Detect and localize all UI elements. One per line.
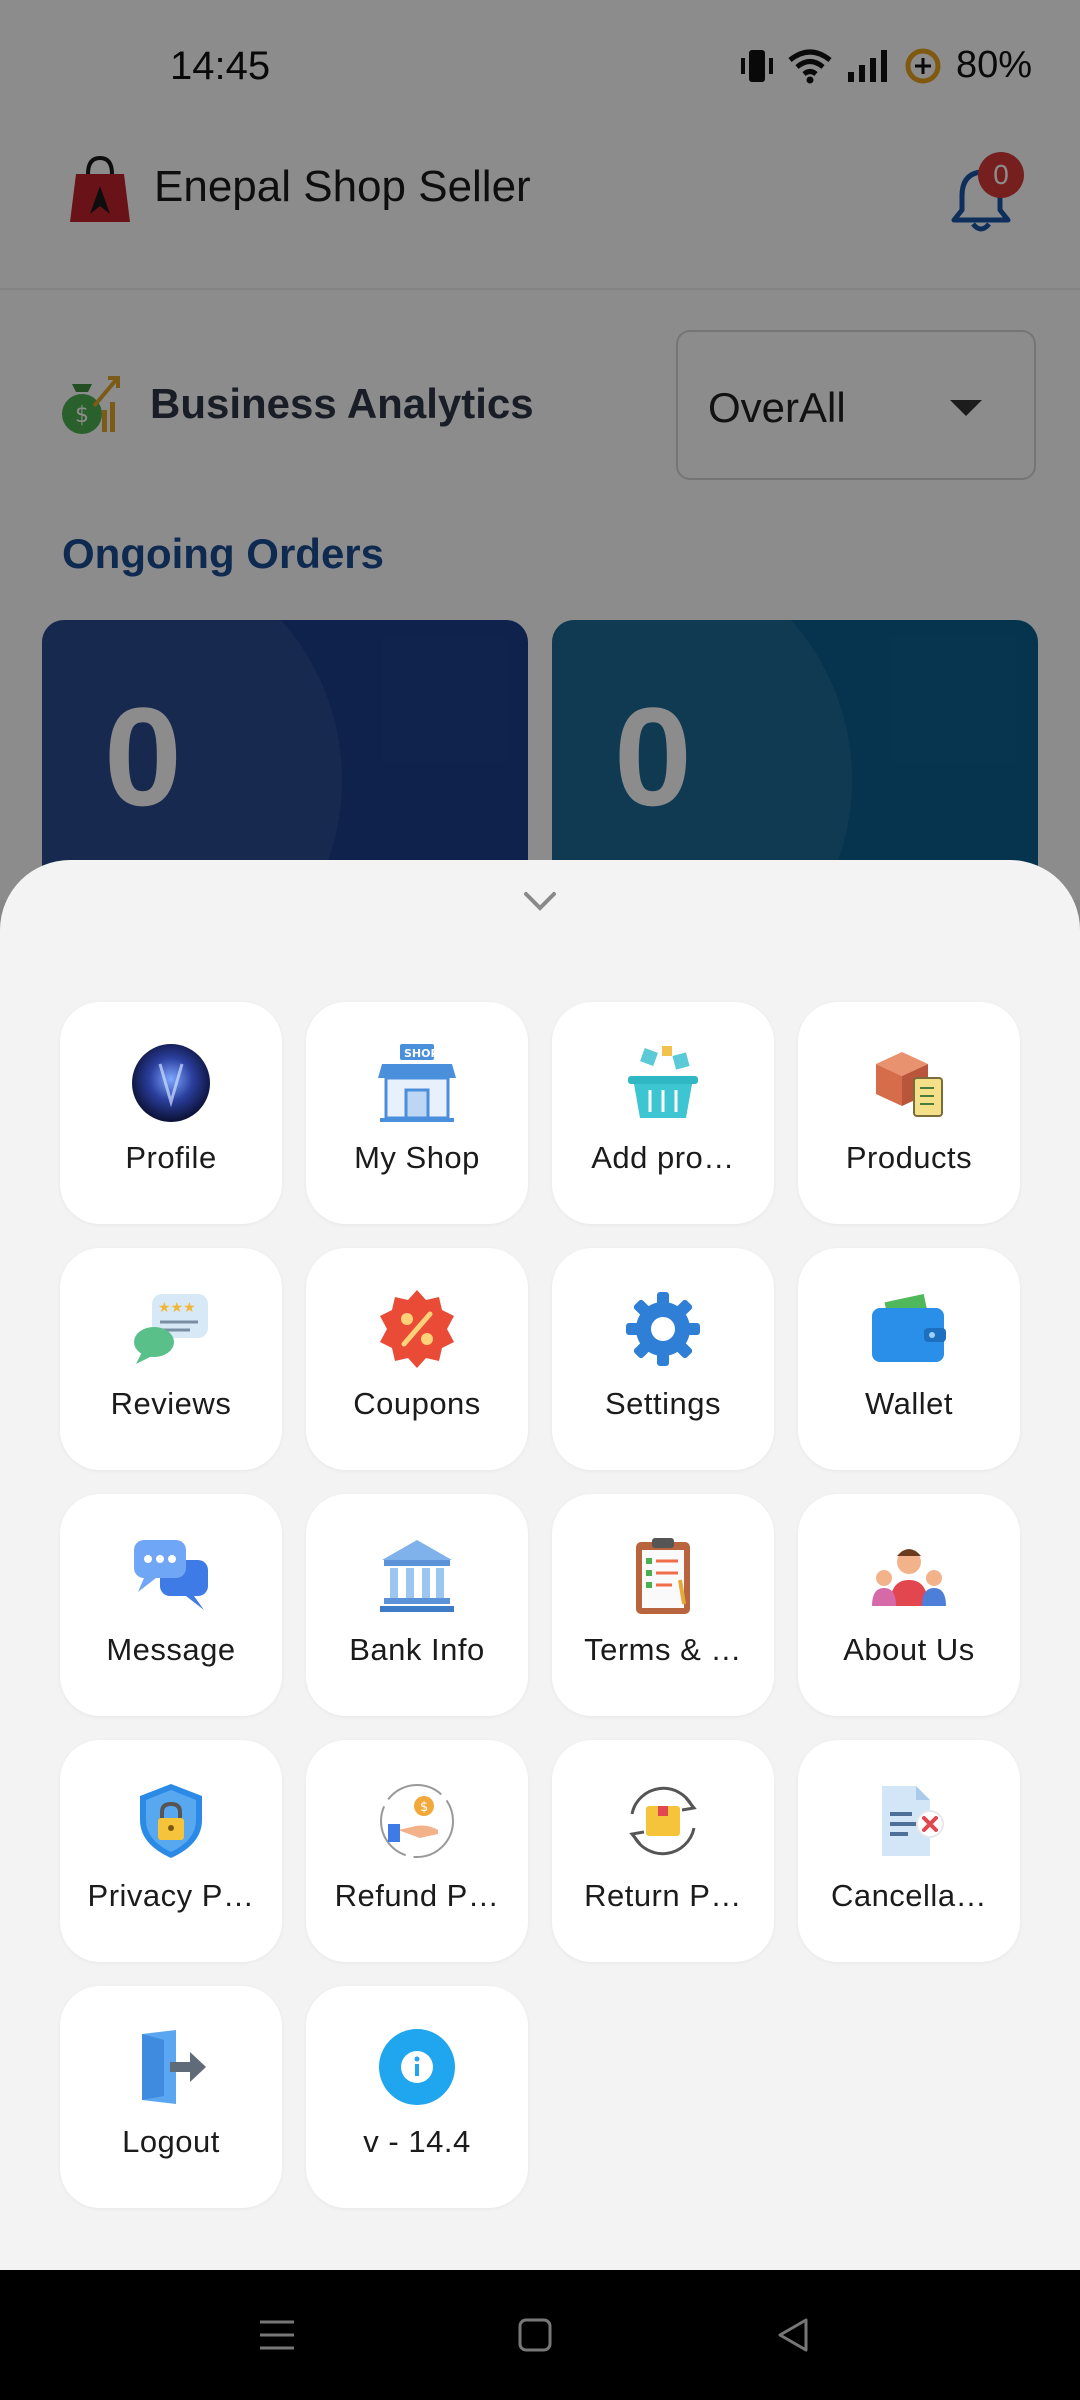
menu-item-my-shop[interactable]: SHOP My Shop [306,1002,528,1224]
menu-item-label: Return P… [584,1878,742,1913]
wallet-icon [868,1288,950,1370]
menu-item-refund-policy[interactable]: $ Refund P… [306,1740,528,1962]
menu-item-reviews[interactable]: ★★★ Reviews [60,1248,282,1470]
svg-text:$: $ [420,1800,428,1815]
menu-lines-icon[interactable] [252,2310,302,2360]
logout-icon [130,2026,212,2108]
menu-item-label: Privacy P… [87,1878,255,1913]
chat-icon [130,1534,212,1616]
team-icon [868,1534,950,1616]
menu-item-coupons[interactable]: Coupons [306,1248,528,1470]
info-icon [376,2026,458,2108]
menu-item-message[interactable]: Message [60,1494,282,1716]
menu-item-label: Coupons [353,1386,481,1421]
menu-item-label: v - 14.4 [363,2124,471,2159]
menu-item-label: Terms & … [584,1632,742,1667]
menu-item-label: My Shop [354,1140,480,1175]
home-square-icon[interactable] [510,2310,560,2360]
system-nav-bar [0,2270,1080,2400]
menu-item-label: Settings [604,1386,721,1421]
products-box-icon [868,1042,950,1124]
clipboard-icon [622,1534,704,1616]
menu-item-return-policy[interactable]: Return P… [552,1740,774,1962]
menu-item-cancellation[interactable]: Cancella… [798,1740,1020,1962]
coupon-percent-icon [376,1288,458,1370]
menu-item-add-product[interactable]: Add pro… [552,1002,774,1224]
menu-item-terms[interactable]: Terms & … [552,1494,774,1716]
refund-icon: $ [376,1780,458,1862]
shop-icon: SHOP [376,1042,458,1124]
menu-item-label: Logout [122,2124,220,2159]
svg-text:SHOP: SHOP [404,1047,439,1060]
menu-item-label: Bank Info [349,1632,485,1667]
menu-item-wallet[interactable]: Wallet [798,1248,1020,1470]
gear-icon [622,1288,704,1370]
menu-item-label: Wallet [865,1386,953,1421]
back-triangle-icon[interactable] [768,2310,818,2360]
return-box-icon [622,1780,704,1862]
menu-item-profile[interactable]: Profile [60,1002,282,1224]
menu-item-label: Add pro… [591,1140,735,1175]
menu-item-label: Cancella… [830,1878,988,1913]
bank-icon [376,1534,458,1616]
menu-item-about-us[interactable]: About Us [798,1494,1020,1716]
reviews-icon: ★★★ [130,1288,212,1370]
menu-item-privacy-policy[interactable]: Privacy P… [60,1740,282,1962]
svg-text:★★★: ★★★ [158,1300,196,1316]
shield-lock-icon [130,1780,212,1862]
menu-item-logout[interactable]: Logout [60,1986,282,2208]
menu-item-label: Products [845,1140,973,1175]
add-product-basket-icon [622,1042,704,1124]
menu-item-label: Refund P… [334,1878,500,1913]
menu-item-products[interactable]: Products [798,1002,1020,1224]
profile-avatar-icon [130,1042,212,1124]
menu-item-label: Profile [125,1140,217,1175]
cancel-document-icon [868,1780,950,1862]
menu-item-label: About Us [843,1632,975,1667]
menu-item-version[interactable]: v - 14.4 [306,1986,528,2208]
chevron-down-icon[interactable] [520,882,560,922]
menu-item-label: Message [106,1632,236,1667]
menu-item-label: Reviews [110,1386,232,1421]
menu-item-bank-info[interactable]: Bank Info [306,1494,528,1716]
menu-item-settings[interactable]: Settings [552,1248,774,1470]
bottom-sheet-menu: Profile SHOP My Shop Add pro… Products ★… [0,860,1080,2270]
